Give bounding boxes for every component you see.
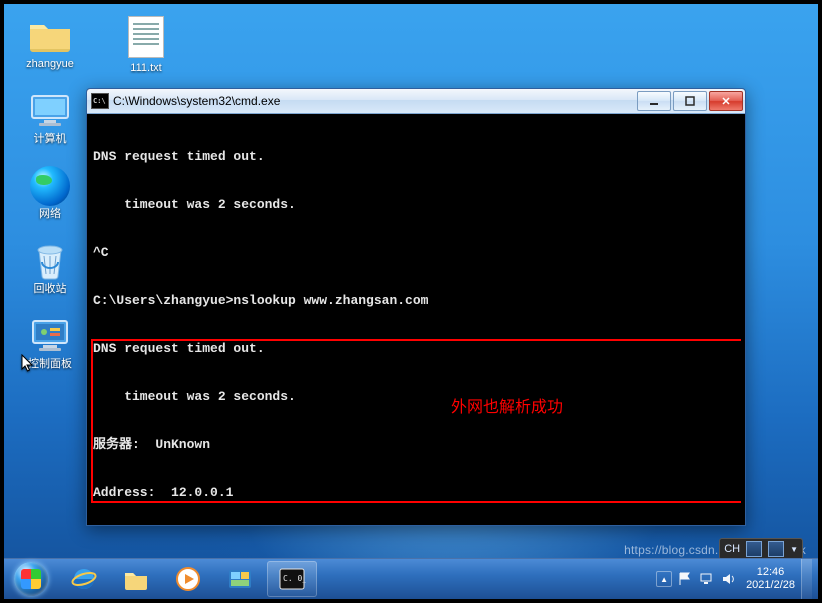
txt-file-icon (128, 16, 164, 58)
terminal-line: timeout was 2 seconds. (93, 389, 739, 405)
cmd-window[interactable]: C:\Windows\system32\cmd.exe DNS request … (86, 88, 746, 526)
terminal-line: DNS request timed out. (93, 149, 739, 165)
network-icon (26, 166, 74, 206)
desktop-icon-recycle-bin[interactable]: 回收站 (12, 241, 88, 296)
desktop-icon-control-panel[interactable]: 控制面板 (12, 316, 88, 371)
desktop-icons: zhangyue 计算机 网络 回收站 控制面板 (12, 16, 92, 391)
cmd-icon: C. 0_ (278, 566, 306, 592)
terminal-line: Address: 12.0.0.1 (93, 485, 739, 501)
title-bar[interactable]: C:\Windows\system32\cmd.exe (87, 89, 745, 114)
system-tray[interactable]: ▲ 12:46 2021/2/28 (656, 559, 818, 599)
network-tray-icon[interactable] (699, 571, 715, 587)
show-desktop-button[interactable] (801, 559, 812, 599)
windows-logo-icon (14, 562, 48, 596)
folder-icon (122, 566, 150, 592)
folder-icon (26, 16, 74, 56)
chevron-down-icon[interactable]: ▼ (790, 545, 798, 554)
media-player-icon (174, 566, 202, 592)
desktop-icon-txtfile[interactable]: 111.txt (108, 16, 184, 74)
svg-text:C. 0_: C. 0_ (283, 574, 306, 583)
desktop-icon-label: 计算机 (34, 133, 67, 146)
terminal-line: DNS request timed out. (93, 341, 739, 357)
desktop-icon-label: 网络 (39, 208, 61, 221)
volume-icon[interactable] (721, 571, 737, 587)
taskbar-media-player[interactable] (163, 561, 213, 597)
taskbar-cmd-running[interactable]: C. 0_ (267, 561, 317, 597)
desktop-icon-label: 111.txt (130, 62, 161, 74)
ime-language-label[interactable]: CH (724, 543, 740, 555)
maximize-button[interactable] (673, 91, 707, 111)
close-button[interactable] (709, 91, 743, 111)
window-title: C:\Windows\system32\cmd.exe (113, 94, 637, 108)
taskbar-ie[interactable] (59, 561, 109, 597)
recycle-bin-icon (26, 241, 74, 281)
taskbar-explorer[interactable] (111, 561, 161, 597)
window-controls (637, 91, 743, 111)
terminal-line: C:\Users\zhangyue>nslookup www.zhangsan.… (93, 293, 739, 309)
ie-icon (70, 566, 98, 592)
terminal-line: ^C (93, 245, 739, 261)
ime-language-bar[interactable]: CH ▼ (719, 538, 803, 560)
flag-icon[interactable] (677, 571, 693, 587)
tray-overflow-button[interactable]: ▲ (656, 571, 672, 587)
tray-time: 12:46 (746, 566, 795, 579)
desktop-icon-computer[interactable]: 计算机 (12, 91, 88, 146)
desktop-icon-folder[interactable]: zhangyue (12, 16, 88, 71)
tray-clock[interactable]: 12:46 2021/2/28 (746, 566, 795, 592)
desktop-icon-label: 回收站 (34, 283, 67, 296)
terminal-output[interactable]: DNS request timed out. timeout was 2 sec… (91, 117, 741, 521)
control-panel-icon (26, 316, 74, 356)
ime-option-icon[interactable] (746, 541, 762, 557)
ime-option-icon[interactable] (768, 541, 784, 557)
terminal-line: timeout was 2 seconds. (93, 197, 739, 213)
start-button[interactable] (4, 559, 58, 599)
computer-icon (26, 91, 74, 131)
terminal-line: 服务器: UnKnown (93, 437, 739, 453)
cmd-icon (91, 93, 109, 109)
desktop-icon-label: zhangyue (26, 58, 74, 71)
annotation-box (91, 339, 741, 503)
tray-date: 2021/2/28 (746, 579, 795, 592)
minimize-button[interactable] (637, 91, 671, 111)
app-icon (226, 566, 254, 592)
desktop-icon-network[interactable]: 网络 (12, 166, 88, 221)
taskbar-app[interactable] (215, 561, 265, 597)
taskbar[interactable]: C. 0_ ▲ 12:46 2021/2/28 (4, 558, 818, 599)
desktop[interactable]: zhangyue 计算机 网络 回收站 控制面板 111.txt (4, 4, 818, 599)
desktop-icon-label: 控制面板 (28, 358, 72, 371)
